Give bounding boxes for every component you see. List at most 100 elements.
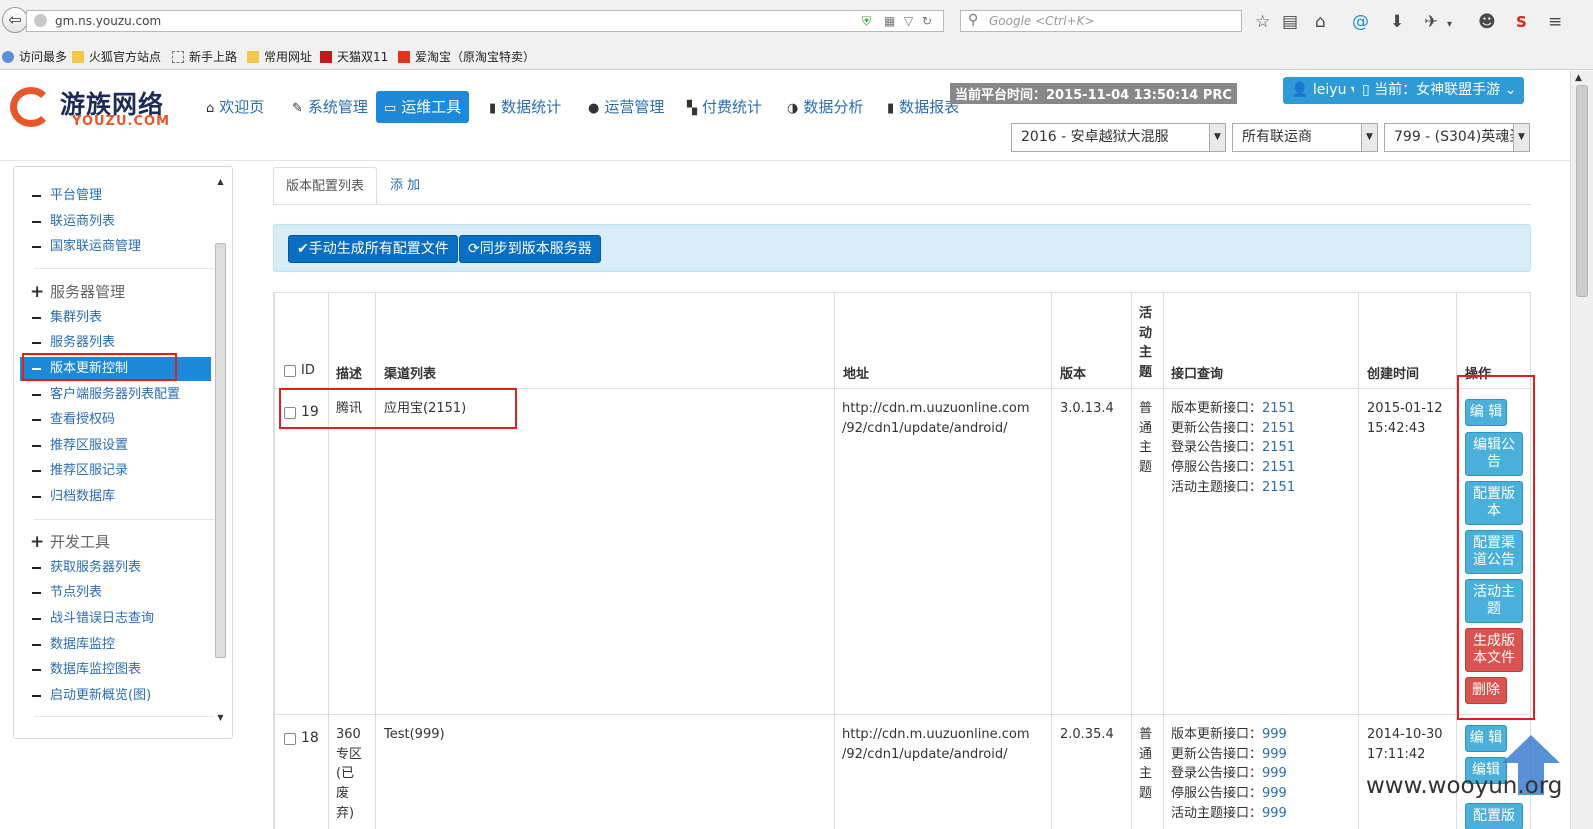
select-all-checkbox[interactable] (284, 365, 296, 377)
tab-add[interactable]: 添 加 (378, 167, 432, 205)
sidebar-item-db-monitor[interactable]: 数据库监控 (20, 633, 211, 657)
dropdown-arrow-icon[interactable]: ▽ (904, 14, 913, 28)
api-link[interactable]: 2151 (1262, 480, 1295, 495)
nav-analysis[interactable]: ◑ 数据分析 (779, 91, 871, 123)
sidebar-item-clusters[interactable]: 集群列表 (20, 306, 211, 330)
nav-data-stats[interactable]: ▮ 数据统计 (481, 91, 569, 123)
sidebar-item-startup-overview[interactable]: 启动更新概览(图) (20, 684, 211, 708)
back-button[interactable]: ⇦ (2, 7, 28, 33)
api-link[interactable]: 999 (1262, 727, 1287, 742)
nav-system[interactable]: ✎ 系统管理 (284, 91, 376, 123)
qr-code-icon[interactable]: ▦ (884, 14, 895, 28)
globe-icon: ● (588, 101, 600, 116)
addon-s-icon[interactable]: S (1516, 13, 1527, 31)
search-bar[interactable]: ⚲ Google <Ctrl+K> (960, 10, 1242, 32)
tab-version-list[interactable]: 版本配置列表 (273, 167, 378, 205)
api-link[interactable]: 2151 (1262, 401, 1295, 416)
row-desc: 360 专区 (已 废 弃) (336, 725, 362, 824)
sidebar-item-auth-code[interactable]: 查看授权码 (20, 408, 211, 432)
sidebar-item-battle-log[interactable]: 战斗错误日志查询 (20, 607, 211, 631)
created-time: 15:42:43 (1367, 420, 1426, 436)
api-link[interactable]: 999 (1262, 747, 1287, 762)
bookmark-item[interactable]: 常用网址 (247, 48, 312, 65)
sidebar-group-dev-tools[interactable]: + 开发工具 (20, 529, 211, 555)
sidebar-item-client-server-config[interactable]: 客户端服务器列表配置 (20, 383, 211, 407)
sidebar-item-recommend-records[interactable]: 推荐区服记录 (20, 459, 211, 483)
sidebar-item-country-operators[interactable]: 国家联运商管理 (20, 235, 211, 259)
table-col-line (375, 293, 376, 829)
search-placeholder: Google <Ctrl+K> (989, 14, 1095, 28)
at-sign-icon[interactable]: @ (1352, 13, 1369, 31)
address-line: /92/cdn1/update/android/ (842, 420, 1008, 436)
api-line: 活动主题接口：999 (1171, 804, 1287, 824)
nav-welcome[interactable]: ⌂ 欢迎页 (198, 91, 272, 123)
bookmark-item[interactable]: 访问最多 (2, 48, 67, 65)
operator-select[interactable]: 所有联运商 ▼ (1232, 123, 1378, 152)
addon-icon[interactable]: ✈ (1424, 13, 1438, 31)
bookmark-item[interactable]: 火狐官方站点 (72, 48, 161, 65)
reading-list-icon[interactable]: ▤ (1282, 13, 1298, 31)
sidebar-group-server[interactable]: + 服务器管理 (20, 279, 211, 305)
api-link[interactable]: 999 (1262, 786, 1287, 801)
scroll-down-icon[interactable]: ▼ (214, 713, 227, 727)
sidebar-item-operators[interactable]: 联运商列表 (20, 210, 211, 234)
config-version-button[interactable]: 配置版 (1465, 803, 1523, 829)
nav-operations[interactable]: ● 运营管理 (580, 91, 672, 123)
col-header-id[interactable]: ID (301, 363, 315, 378)
nav-ops-tools[interactable]: ▭ 运维工具 (376, 91, 470, 123)
select-arrow-icon: ▼ (1513, 124, 1529, 151)
row-version: 3.0.13.4 (1060, 401, 1114, 416)
api-line: 版本更新接口：999 (1171, 725, 1287, 745)
bookmark-label: 访问最多 (19, 50, 68, 64)
bookmark-item[interactable]: 新手上路 (172, 48, 237, 65)
chat-icon[interactable]: ☻ (1478, 13, 1496, 31)
addon-dropdown-icon[interactable]: ▾ (1447, 16, 1452, 34)
url-bar[interactable]: gm.ns.youzu.com ⛨ ▦ ▽ ↻ (26, 10, 944, 32)
col-header-address: 地址 (843, 367, 870, 382)
sidebar-item-platform[interactable]: 平台管理 (20, 184, 211, 208)
sidebar-item-nodes[interactable]: 节点列表 (20, 581, 211, 605)
sidebar-divider (34, 268, 214, 269)
sidebar-scrollbar[interactable]: ▲ ▼ (214, 177, 227, 727)
menu-icon[interactable]: ≡ (1548, 13, 1562, 31)
minus-icon (32, 669, 41, 671)
server-select[interactable]: 799 - (S304)英魂圣 ▼ (1384, 123, 1530, 152)
reload-icon[interactable]: ↻ (922, 14, 932, 28)
bookmark-item[interactable]: 天猫双11 (320, 48, 388, 65)
sidebar-scroll-thumb[interactable] (215, 243, 226, 658)
api-link[interactable]: 2151 (1262, 440, 1295, 455)
row-checkbox[interactable] (284, 733, 296, 745)
sync-version-server-button[interactable]: ⟳同步到版本服务器 (459, 235, 601, 263)
sidebar-item-archive-db[interactable]: 归档数据库 (20, 485, 211, 509)
nav-payment[interactable]: ▚ 付费统计 (679, 91, 770, 123)
shield-icon[interactable]: ⛨ (862, 14, 871, 29)
row-api-list: 版本更新接口：2151 更新公告接口：2151 登录公告接口：2151 停服公告… (1171, 399, 1295, 498)
scroll-up-icon[interactable]: ▲ (214, 177, 227, 191)
sidebar-item-servers[interactable]: 服务器列表 (20, 331, 211, 355)
desc-line: 废 (336, 786, 350, 802)
api-link[interactable]: 999 (1262, 806, 1287, 821)
api-link[interactable]: 999 (1262, 766, 1287, 781)
platform-select[interactable]: 2016 - 安卓越狱大混服 ▼ (1011, 123, 1226, 152)
row-theme: 普 通 主 题 (1139, 399, 1155, 478)
generate-all-config-button[interactable]: ✔手动生成所有配置文件 (288, 235, 458, 263)
api-link[interactable]: 2151 (1262, 421, 1295, 436)
download-icon[interactable]: ⬇ (1390, 13, 1404, 31)
page-scrollbar[interactable]: ▲ (1570, 71, 1593, 829)
home-icon[interactable]: ⌂ (1315, 13, 1326, 31)
row-channels: Test(999) (384, 727, 445, 742)
sidebar-item-fetch-servers[interactable]: 获取服务器列表 (20, 556, 211, 580)
scroll-up-icon[interactable]: ▲ (1575, 73, 1582, 83)
api-link[interactable]: 2151 (1262, 460, 1295, 475)
page-scroll-thumb[interactable] (1576, 85, 1588, 297)
sidebar-item-label: 客户端服务器列表配置 (50, 387, 181, 402)
current-game-button[interactable]: ▯ 当前：女神联盟手游 ⌄ (1354, 77, 1525, 104)
star-bookmark-icon[interactable]: ☆ (1255, 13, 1270, 31)
sidebar-item-recommend-settings[interactable]: 推荐区服设置 (20, 434, 211, 458)
url-text: gm.ns.youzu.com (55, 14, 162, 28)
sidebar-item-db-monitor-chart[interactable]: 数据库监控图表 (20, 658, 211, 682)
taobao-icon (398, 51, 410, 63)
youzu-logo[interactable]: 游族网络 YOUZU.COM (10, 85, 180, 129)
minus-icon (32, 470, 41, 472)
bookmark-item[interactable]: 爱淘宝（原淘宝特卖） (398, 48, 535, 65)
